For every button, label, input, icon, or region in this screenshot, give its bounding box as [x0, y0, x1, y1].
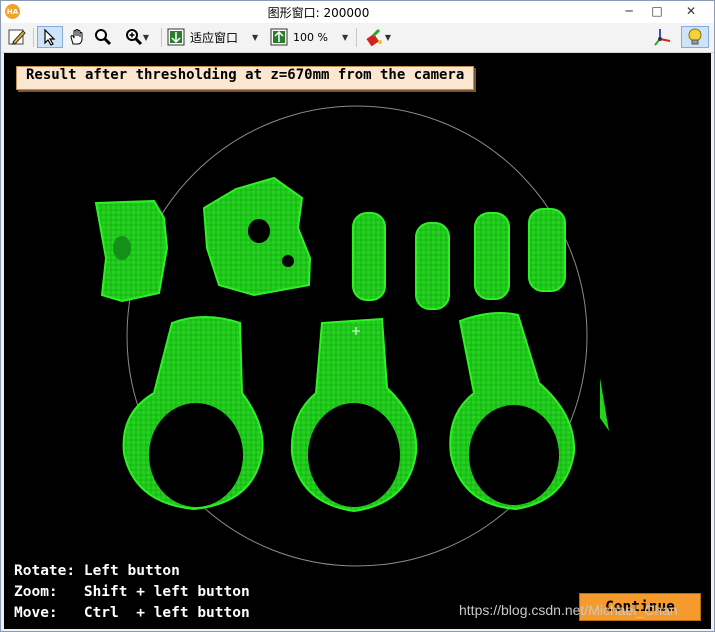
hand-icon	[70, 29, 83, 45]
chevron-down-icon: ▼	[384, 32, 392, 42]
toolbar: ▼ 适应窗口 ▼ 100 % ▼ ▼	[1, 23, 714, 53]
chevron-down-icon: ▼	[252, 32, 259, 42]
scene-canvas[interactable]	[4, 53, 711, 629]
pencil-icon	[8, 29, 26, 45]
zoom-in-dropdown[interactable]: ▼	[117, 26, 157, 48]
zoom-percent-value: 100 %	[293, 30, 328, 44]
object-pin-3	[474, 212, 510, 300]
object-fragment	[600, 378, 609, 431]
object-pin-2	[415, 222, 450, 310]
edit-pencil-button[interactable]	[5, 26, 29, 48]
magnifier-button[interactable]	[91, 26, 115, 48]
object-pin-4	[528, 208, 566, 292]
fit-window-label: 适应窗口	[190, 30, 239, 45]
axes-button[interactable]	[649, 26, 675, 48]
result-caption: Result after thresholding at z=670mm fro…	[16, 66, 475, 90]
graphics-window: HA 图形窗口: 200000 ─ □ ✕ ▼ 适应窗口 ▼ 100 % ▼ ▼…	[0, 0, 715, 632]
graphics-viewport[interactable]: Result after thresholding at z=670mm fro…	[4, 53, 711, 629]
chevron-down-icon: ▼	[142, 32, 150, 42]
zoom-in-icon	[125, 29, 142, 46]
object-hole	[282, 255, 294, 267]
object-ring-right	[449, 312, 576, 511]
object-ring-left	[122, 316, 264, 511]
help-rotate: Rotate: Left button	[14, 563, 180, 579]
object-ring-middle	[290, 317, 418, 513]
window-title: 图形窗口: 200000	[267, 6, 370, 20]
maximize-button[interactable]: □	[643, 1, 671, 21]
fit-window-dropdown[interactable]: 适应窗口 ▼	[166, 26, 264, 48]
color-tool-dropdown[interactable]: ▼	[360, 26, 396, 48]
coordinate-axes-icon	[654, 29, 671, 46]
help-move: Move: Ctrl + left button	[14, 605, 250, 621]
zoom-percent-dropdown[interactable]: 100 % ▼	[269, 26, 353, 48]
object-hole	[113, 236, 131, 260]
chevron-down-icon: ▼	[341, 32, 349, 42]
pan-hand-button[interactable]	[65, 26, 89, 48]
lightbulb-icon	[688, 28, 702, 45]
select-pointer-button[interactable]	[37, 26, 63, 48]
help-zoom: Zoom: Shift + left button	[14, 584, 250, 600]
light-toggle-button[interactable]	[681, 26, 709, 48]
object-hole	[248, 219, 270, 243]
minimize-button[interactable]: ─	[615, 1, 643, 21]
object-pin-1	[352, 212, 386, 301]
zoom-percent-icon	[270, 28, 288, 46]
title-bar[interactable]: HA 图形窗口: 200000 ─ □ ✕	[1, 1, 714, 23]
magnifier-icon	[95, 29, 112, 46]
watermark: https://blog.csdn.net/Michael_Chan	[459, 602, 678, 618]
close-button[interactable]: ✕	[677, 1, 705, 21]
cursor-arrow-icon	[44, 28, 56, 46]
fit-window-icon	[167, 28, 185, 46]
object-block-left	[94, 199, 169, 303]
color-paint-icon	[366, 28, 382, 47]
